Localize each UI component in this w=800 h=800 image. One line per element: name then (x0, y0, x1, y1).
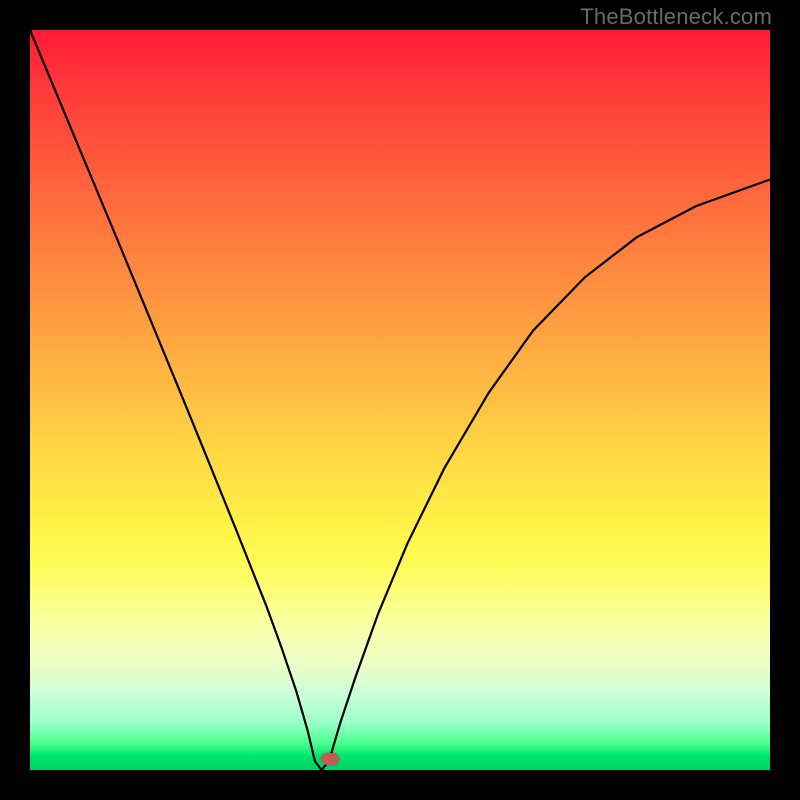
plot-area (30, 30, 770, 770)
bottleneck-curve (30, 30, 770, 770)
watermark-text: TheBottleneck.com (580, 4, 772, 30)
minimum-marker (321, 753, 339, 765)
curve-svg (30, 30, 770, 770)
